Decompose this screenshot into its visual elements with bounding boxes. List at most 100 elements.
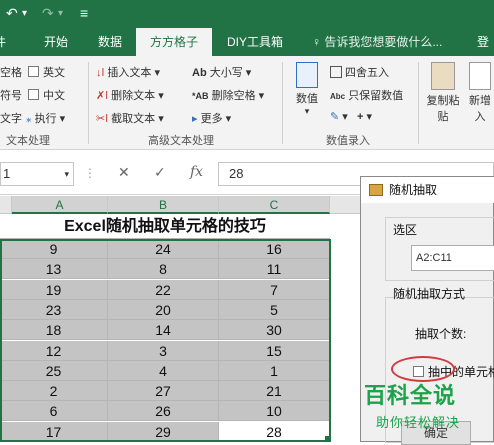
divider	[282, 62, 283, 144]
btn-space[interactable]: 空格	[0, 64, 22, 80]
enter-icon[interactable]: ✓	[154, 164, 166, 181]
name-box[interactable]: 1 ▾	[0, 162, 74, 186]
grid-cell[interactable]: 17	[0, 421, 108, 442]
checkbox-icon	[28, 66, 39, 77]
chevron-down-icon: ▾	[64, 169, 69, 179]
delete-space-icon: *AB	[192, 91, 209, 101]
grid-cell[interactable]: 2	[0, 381, 108, 402]
chk-chinese[interactable]: 中文	[28, 87, 65, 103]
tab-diy-toolbox[interactable]: DIY工具箱	[222, 28, 288, 56]
grid-cell[interactable]: 22	[108, 279, 219, 300]
numeric-icon	[296, 62, 318, 88]
delete-text-icon: ✗ǀ	[96, 90, 109, 102]
grid-cell[interactable]: 3	[108, 340, 219, 361]
more-icon: ▸	[192, 113, 198, 125]
grid-cell[interactable]: 18	[0, 320, 108, 341]
ribbon: 空格 符号 文字 英文 中文 ⁎ 执行 ▾ 文本处理 ↓ǀ 插入文本 ▾ ✗ǀ …	[0, 56, 494, 150]
btn-text[interactable]: 文字	[0, 110, 22, 126]
grid-cell[interactable]: 24	[108, 239, 219, 259]
customize-qat-icon[interactable]: ≡	[80, 5, 88, 21]
grid-cell[interactable]: 20	[108, 299, 219, 320]
btn-execute[interactable]: ⁎ 执行 ▾	[26, 110, 65, 126]
grid-cell[interactable]: 8	[108, 259, 219, 280]
tab-home[interactable]: 开始	[38, 28, 74, 56]
btn-insert-text[interactable]: ↓ǀ 插入文本 ▾	[96, 64, 160, 80]
redo-dropdown-icon[interactable]: ▾	[58, 8, 63, 19]
undo-icon[interactable]: ↶	[6, 5, 18, 22]
add-icon	[469, 62, 491, 90]
edit-icon: ✎	[330, 111, 340, 123]
group-label-text: 文本处理	[6, 135, 50, 147]
grid-cell[interactable]: 13	[0, 259, 108, 280]
btn-extract-text[interactable]: ✂ǀ 截取文本 ▾	[96, 110, 164, 126]
btn-keep-number[interactable]: Abc 只保留数值	[330, 87, 403, 103]
undo-dropdown-icon[interactable]: ▾	[22, 8, 27, 19]
grid-cell[interactable]: 6	[0, 401, 108, 422]
insert-text-icon: ↓ǀ	[96, 67, 105, 79]
btn-more[interactable]: ▸ 更多 ▾	[192, 110, 231, 126]
range-input[interactable]: A2:C11	[411, 245, 494, 271]
checkbox-icon	[28, 89, 39, 100]
paste-icon	[431, 62, 455, 90]
grid-cell[interactable]: 27	[108, 381, 219, 402]
group-label-number: 数值录入	[326, 135, 370, 147]
case-icon: Ab	[192, 67, 207, 79]
column-header-c[interactable]: C	[219, 196, 330, 214]
btn-edit-number[interactable]: ✎ ▾ + ▾	[330, 110, 372, 123]
watermark: 百科全说 助你轻松解决	[364, 378, 492, 440]
tell-me-search[interactable]: ♀ 告诉我您想要做什么...	[312, 28, 442, 56]
grid-cell[interactable]: 7	[219, 279, 330, 300]
grid-cell[interactable]: 1	[219, 360, 330, 381]
grid-cell[interactable]: 21	[219, 381, 330, 402]
range-label: 选区	[393, 223, 418, 237]
tab-fangfang[interactable]: 方方格子	[136, 28, 212, 56]
grid-cell[interactable]: 23	[0, 299, 108, 320]
cancel-icon[interactable]: ✕	[118, 164, 130, 181]
grid-cell[interactable]: 12	[0, 340, 108, 361]
grid-cell[interactable]: 30	[219, 320, 330, 341]
round-icon	[330, 66, 342, 78]
grid-cell[interactable]: 26	[108, 401, 219, 422]
insert-function-icon[interactable]: fx	[190, 164, 203, 180]
sheet-title-cell[interactable]: Excel随机抽取单元格的技巧	[0, 215, 330, 239]
redo-icon[interactable]: ↷	[42, 5, 54, 22]
btn-delete-text[interactable]: ✗ǀ 删除文本 ▾	[96, 87, 164, 103]
method-label: 随机抽取方式	[393, 287, 466, 301]
user-avatar[interactable]: 登	[472, 28, 494, 56]
dialog-app-icon	[369, 184, 383, 196]
btn-round[interactable]: 四舍五入	[330, 64, 389, 80]
select-all-corner[interactable]	[0, 196, 12, 214]
btn-symbol[interactable]: 符号	[0, 87, 22, 103]
btn-delete-space[interactable]: *AB 删除空格 ▾	[192, 87, 264, 103]
title-bar: ↶ ▾ ↷ ▾ ≡	[0, 0, 494, 28]
grid-cell[interactable]: 14	[108, 320, 219, 341]
group-label-advanced: 高级文本处理	[148, 135, 214, 147]
btn-add[interactable]: 新增入	[466, 62, 494, 124]
plus-icon: +	[356, 111, 364, 123]
tab-insert-partial[interactable]: 件	[0, 28, 12, 56]
grid-cell[interactable]: 19	[0, 279, 108, 300]
grid-cell[interactable]: 15	[219, 340, 330, 361]
grid-cell[interactable]: 25	[0, 360, 108, 381]
fill-handle[interactable]	[325, 436, 331, 442]
grid-cell[interactable]: 29	[108, 421, 219, 442]
extract-text-icon: ✂ǀ	[96, 113, 109, 125]
chk-english[interactable]: 英文	[28, 64, 65, 80]
grid-cell[interactable]: 10	[219, 401, 330, 422]
grid-cell[interactable]: 5	[219, 299, 330, 320]
btn-copy-paste[interactable]: 复制粘贴	[424, 62, 462, 124]
grid-cell[interactable]: 11	[219, 259, 330, 280]
grid-cell[interactable]: 4	[108, 360, 219, 381]
watermark-subtitle: 助你轻松解决	[376, 415, 461, 430]
tab-data[interactable]: 数据	[88, 28, 132, 56]
dialog-title: 随机抽取	[361, 177, 494, 203]
btn-case[interactable]: Ab 大小写 ▾	[192, 64, 251, 80]
btn-numeric[interactable]: 数值 ▾	[290, 62, 324, 117]
divider	[88, 62, 89, 144]
column-header-a[interactable]: A	[12, 196, 108, 214]
grid-cell[interactable]: 28	[219, 421, 330, 442]
grid-cell[interactable]: 9	[0, 239, 108, 259]
grid-cell[interactable]: 16	[219, 239, 330, 259]
ribbon-tabs: 件 开始 数据 方方格子 DIY工具箱 ♀ 告诉我您想要做什么... 登	[0, 28, 494, 56]
column-header-b[interactable]: B	[108, 196, 219, 214]
